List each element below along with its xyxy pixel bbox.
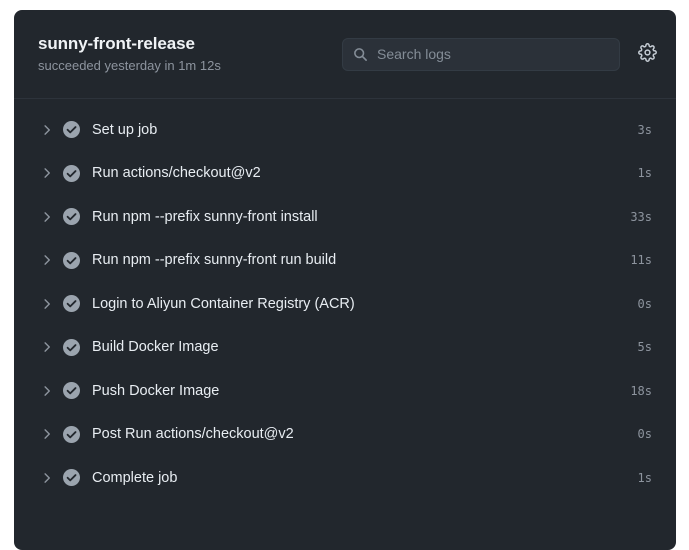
check-circle-icon	[58, 425, 84, 443]
step-duration: 11s	[630, 253, 652, 268]
step-label: Run npm --prefix sunny-front install	[92, 208, 318, 225]
step-duration: 18s	[630, 383, 652, 398]
table-row[interactable]: Login to Aliyun Container Registry (ACR)…	[14, 282, 676, 326]
check-circle-icon	[58, 469, 84, 487]
step-label: Run npm --prefix sunny-front run build	[92, 252, 337, 269]
job-header: sunny-front-release succeeded yesterday …	[14, 10, 676, 99]
search-input[interactable]	[377, 46, 609, 62]
table-row[interactable]: Run actions/checkout@v2 1s	[14, 152, 676, 196]
job-steps-list: Set up job 3s Run actions/checkout@v2 1s…	[14, 99, 676, 500]
chevron-right-icon[interactable]	[36, 167, 58, 179]
chevron-right-icon[interactable]	[36, 341, 58, 353]
check-circle-icon	[58, 121, 84, 139]
check-circle-icon	[58, 251, 84, 269]
step-label: Push Docker Image	[92, 382, 220, 399]
step-duration: 3s	[637, 122, 652, 137]
table-row[interactable]: Push Docker Image 18s	[14, 369, 676, 413]
chevron-right-icon[interactable]	[36, 211, 58, 223]
chevron-right-icon[interactable]	[36, 428, 58, 440]
table-row[interactable]: Complete job 1s	[14, 456, 676, 500]
chevron-right-icon[interactable]	[36, 298, 58, 310]
step-duration: 0s	[637, 296, 652, 311]
job-log-card: sunny-front-release succeeded yesterday …	[14, 10, 676, 550]
step-duration: 1s	[637, 166, 652, 181]
step-label: Post Run actions/checkout@v2	[92, 426, 294, 443]
step-label: Build Docker Image	[92, 339, 219, 356]
check-circle-icon	[58, 164, 84, 182]
table-row[interactable]: Post Run actions/checkout@v2 0s	[14, 413, 676, 457]
check-circle-icon	[58, 338, 84, 356]
step-label: Set up job	[92, 121, 158, 138]
table-row[interactable]: Run npm --prefix sunny-front run build 1…	[14, 239, 676, 283]
chevron-right-icon[interactable]	[36, 124, 58, 136]
step-label: Run actions/checkout@v2	[92, 165, 261, 182]
check-circle-icon	[58, 208, 84, 226]
table-row[interactable]: Set up job 3s	[14, 108, 676, 152]
header-actions	[342, 37, 660, 71]
check-circle-icon	[58, 295, 84, 313]
gear-icon	[637, 43, 657, 65]
step-duration: 1s	[637, 470, 652, 485]
step-label: Login to Aliyun Container Registry (ACR)	[92, 295, 355, 312]
chevron-right-icon[interactable]	[36, 472, 58, 484]
job-header-titles: sunny-front-release succeeded yesterday …	[38, 33, 221, 75]
chevron-right-icon[interactable]	[36, 254, 58, 266]
step-duration: 5s	[637, 340, 652, 355]
job-status-summary: succeeded yesterday in 1m 12s	[38, 58, 221, 73]
settings-button[interactable]	[634, 41, 660, 67]
check-circle-icon	[58, 382, 84, 400]
table-row[interactable]: Run npm --prefix sunny-front install 33s	[14, 195, 676, 239]
step-duration: 0s	[637, 427, 652, 442]
search-icon	[353, 47, 368, 62]
step-duration: 33s	[630, 209, 652, 224]
step-label: Complete job	[92, 469, 178, 486]
chevron-right-icon[interactable]	[36, 385, 58, 397]
table-row[interactable]: Build Docker Image 5s	[14, 326, 676, 370]
search-logs-box[interactable]	[342, 37, 620, 71]
page-title: sunny-front-release	[38, 34, 195, 53]
